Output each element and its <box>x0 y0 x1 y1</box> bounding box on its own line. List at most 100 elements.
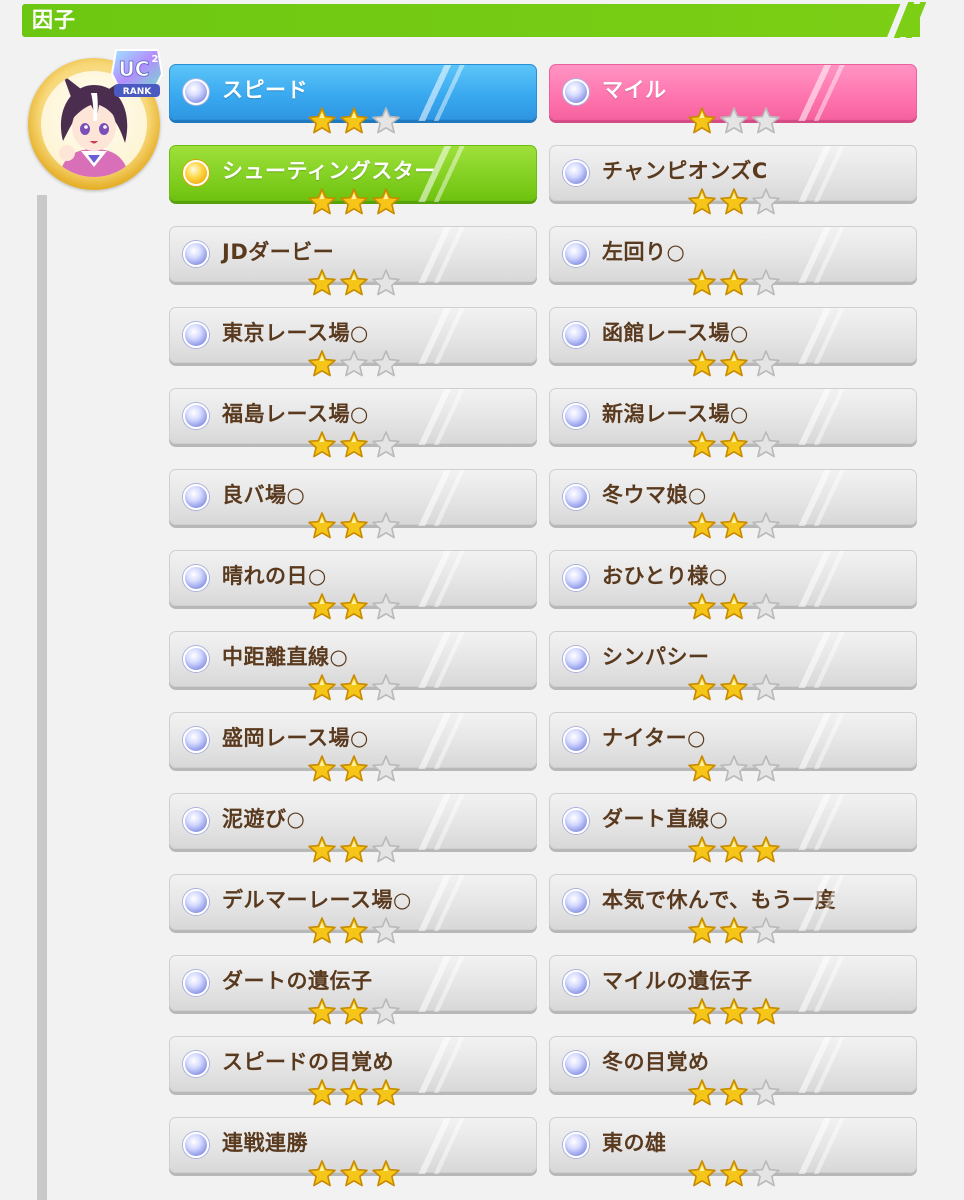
factor-card[interactable]: スピードの目覚め <box>169 1036 537 1106</box>
star-filled-icon <box>308 917 336 944</box>
star-empty-icon <box>752 107 780 134</box>
star-filled-icon <box>720 593 748 620</box>
star-filled-icon <box>688 188 716 215</box>
factor-label: JDダービー <box>222 240 335 264</box>
factor-star-rating <box>687 592 783 622</box>
star-empty-icon <box>372 836 400 863</box>
factor-label: 冬ウマ娘○ <box>602 483 707 507</box>
star-filled-icon <box>340 1160 368 1187</box>
star-filled-icon <box>720 350 748 377</box>
factor-card[interactable]: 晴れの日○ <box>169 550 537 620</box>
star-empty-icon <box>752 917 780 944</box>
star-filled-icon <box>688 755 716 782</box>
factor-gem-icon <box>563 970 589 996</box>
factor-card[interactable]: 連戦連勝 <box>169 1117 537 1187</box>
factor-gem-icon <box>183 241 209 267</box>
svg-text:UC: UC <box>119 57 150 81</box>
factor-label: 良バ場○ <box>222 483 306 507</box>
factor-label: 泥遊び○ <box>222 807 306 831</box>
factor-card[interactable]: 本気で休んで、もう一度 <box>549 874 917 944</box>
star-filled-icon <box>720 674 748 701</box>
star-filled-icon <box>720 1160 748 1187</box>
star-empty-icon <box>372 107 400 134</box>
star-filled-icon <box>340 107 368 134</box>
star-filled-icon <box>340 1079 368 1106</box>
factor-card[interactable]: マイル <box>549 64 917 134</box>
star-filled-icon <box>752 836 780 863</box>
factor-card[interactable]: デルマーレース場○ <box>169 874 537 944</box>
factor-card[interactable]: JDダービー <box>169 226 537 296</box>
star-empty-icon <box>752 674 780 701</box>
factor-card[interactable]: 新潟レース場○ <box>549 388 917 458</box>
star-filled-icon <box>688 998 716 1025</box>
factor-card[interactable]: 良バ場○ <box>169 469 537 539</box>
factor-card[interactable]: スピード <box>169 64 537 134</box>
factor-card[interactable]: 中距離直線○ <box>169 631 537 701</box>
factor-gem-icon <box>563 484 589 510</box>
factor-card[interactable]: ダート直線○ <box>549 793 917 863</box>
star-empty-icon <box>752 593 780 620</box>
factor-card[interactable]: 函館レース場○ <box>549 307 917 377</box>
factor-star-rating <box>307 268 403 298</box>
factor-label: おひとり様○ <box>602 564 728 588</box>
factor-card[interactable]: 冬ウマ娘○ <box>549 469 917 539</box>
factor-star-rating <box>687 430 783 460</box>
star-filled-icon <box>340 674 368 701</box>
factor-gem-icon <box>183 79 209 105</box>
factor-card[interactable]: 冬の目覚め <box>549 1036 917 1106</box>
factor-gem-icon <box>563 889 589 915</box>
factor-card[interactable]: チャンピオンズC <box>549 145 917 215</box>
factor-label: ダートの遺伝子 <box>222 969 373 993</box>
star-filled-icon <box>308 188 336 215</box>
factor-star-rating <box>687 997 783 1027</box>
star-empty-icon <box>372 593 400 620</box>
star-empty-icon <box>372 674 400 701</box>
factor-gem-icon <box>563 1051 589 1077</box>
star-filled-icon <box>308 512 336 539</box>
factor-gem-icon <box>563 241 589 267</box>
star-empty-icon <box>752 269 780 296</box>
star-empty-icon <box>372 269 400 296</box>
factor-card[interactable]: 左回り○ <box>549 226 917 296</box>
star-empty-icon <box>752 188 780 215</box>
factor-label: 函館レース場○ <box>602 321 749 345</box>
factor-star-rating <box>307 511 403 541</box>
factor-star-rating <box>687 268 783 298</box>
factor-card[interactable]: 泥遊び○ <box>169 793 537 863</box>
factor-card[interactable]: 盛岡レース場○ <box>169 712 537 782</box>
factor-star-rating <box>307 349 403 379</box>
factor-gem-icon <box>563 79 589 105</box>
factor-star-rating <box>687 106 783 136</box>
star-filled-icon <box>308 674 336 701</box>
factor-star-rating <box>307 754 403 784</box>
factor-card[interactable]: マイルの遺伝子 <box>549 955 917 1025</box>
factor-card[interactable]: シンパシー <box>549 631 917 701</box>
star-empty-icon <box>372 755 400 782</box>
factor-star-rating <box>307 673 403 703</box>
star-filled-icon <box>688 431 716 458</box>
factor-label: 冬の目覚め <box>602 1050 710 1074</box>
factor-gem-icon <box>563 322 589 348</box>
star-filled-icon <box>688 107 716 134</box>
factor-star-rating <box>687 1159 783 1189</box>
factor-card[interactable]: おひとり様○ <box>549 550 917 620</box>
factor-star-rating <box>307 997 403 1027</box>
star-filled-icon <box>720 269 748 296</box>
factor-gem-icon <box>183 565 209 591</box>
star-filled-icon <box>372 188 400 215</box>
star-filled-icon <box>340 512 368 539</box>
factor-card[interactable]: シューティングスター <box>169 145 537 215</box>
timeline-rail <box>37 195 47 1200</box>
factor-label: ダート直線○ <box>602 807 729 831</box>
factor-card[interactable]: 東京レース場○ <box>169 307 537 377</box>
factor-card[interactable]: 東の雄 <box>549 1117 917 1187</box>
star-filled-icon <box>688 269 716 296</box>
factor-star-rating <box>307 916 403 946</box>
factor-label: 東の雄 <box>602 1131 667 1155</box>
factor-label: マイル <box>602 78 667 102</box>
svg-text:RANK: RANK <box>123 87 152 97</box>
factor-card[interactable]: 福島レース場○ <box>169 388 537 458</box>
factor-card[interactable]: ダートの遺伝子 <box>169 955 537 1025</box>
factor-gem-icon <box>563 727 589 753</box>
factor-card[interactable]: ナイター○ <box>549 712 917 782</box>
